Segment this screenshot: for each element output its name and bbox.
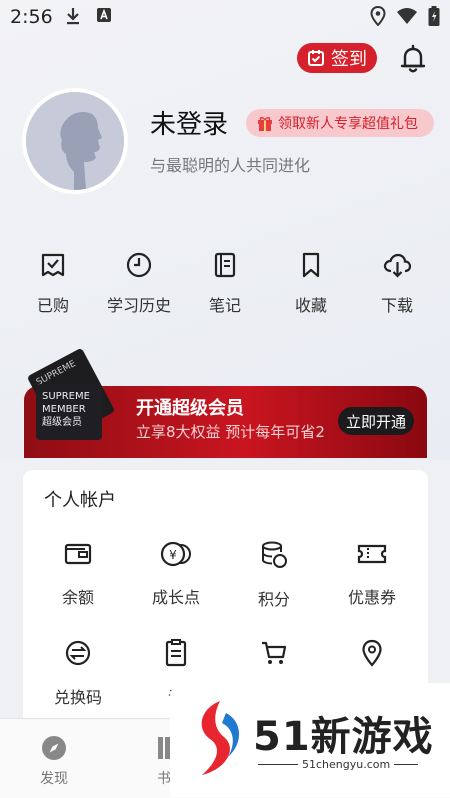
account-label-points: 积分	[257, 590, 290, 609]
status-right-icons	[370, 6, 440, 26]
nav-label-books: 书	[157, 771, 171, 787]
account-item-points[interactable]: 积分	[226, 540, 322, 610]
vip-open-button[interactable]: 立即开通	[338, 407, 414, 435]
quick-label-notes: 笔记	[208, 296, 241, 315]
points-stack-icon	[262, 541, 287, 568]
location-pin-icon	[362, 639, 382, 667]
checkin-label: 签到	[331, 49, 367, 70]
gift-text: 领取新人专享超值礼包	[278, 116, 418, 132]
account-label-coupon: 优惠券	[347, 588, 396, 607]
battery-status-icon	[428, 6, 440, 26]
calendar-check-icon	[308, 50, 324, 66]
cart-icon	[262, 641, 287, 664]
nav-item-discover[interactable]: 发现	[40, 734, 68, 788]
account-label-balance: 余额	[61, 588, 94, 607]
avatar[interactable]	[22, 88, 128, 194]
account-item-balance[interactable]: 余额	[30, 540, 126, 610]
vip-subtitle: 立享8大权益 预计每年可省2	[136, 423, 325, 441]
quick-label-history: 学习历史	[106, 296, 171, 315]
new-user-gift-badge[interactable]: 领取新人专享超值礼包	[246, 109, 434, 137]
vip-card-front: SUPREME MEMBER 超级会员	[36, 384, 102, 440]
order-clipboard-icon	[165, 639, 187, 667]
status-left-icons	[64, 6, 112, 26]
watermark-logo-icon	[201, 701, 240, 775]
quick-item-purchased[interactable]: 已购	[10, 250, 96, 316]
account-item-growth[interactable]: ¥ 成长点	[128, 540, 224, 610]
quick-item-history[interactable]: 学习历史	[96, 250, 182, 316]
watermark-brand: 51新游戏	[253, 714, 434, 760]
account-label-growth: 成长点	[151, 588, 200, 607]
vip-title: 开通超级会员	[136, 398, 244, 419]
quick-label-download: 下载	[380, 296, 413, 315]
vip-card-line1: SUPREME	[42, 391, 90, 402]
account-label-redeem: 兑换码	[53, 688, 102, 707]
account-item-redeem[interactable]: 兑换码	[30, 638, 126, 708]
bell-icon[interactable]	[396, 42, 430, 76]
coins-icon: ¥	[160, 541, 191, 567]
coupon-icon	[357, 544, 387, 564]
watermark-site: 51chengyu.com	[298, 758, 395, 771]
download-icon	[383, 253, 412, 278]
default-avatar-silhouette-icon	[26, 92, 124, 190]
status-time: 2:56	[10, 6, 53, 28]
wifi-status-icon	[397, 8, 417, 24]
bookmark-icon	[302, 252, 320, 278]
quick-access-row: 已购 学习历史 笔记 收藏 下载	[10, 250, 440, 316]
location-status-icon	[370, 6, 386, 26]
quick-item-notes[interactable]: 笔记	[182, 250, 268, 316]
download-status-icon	[67, 8, 79, 25]
svg-text:¥: ¥	[169, 548, 177, 562]
purchased-icon	[41, 253, 65, 277]
account-title: 个人帐户	[44, 490, 116, 511]
redeem-code-icon	[65, 640, 91, 666]
compass-icon	[42, 736, 66, 760]
checkin-button[interactable]: 签到	[297, 43, 377, 73]
status-bar: 2:56	[0, 0, 450, 34]
history-clock-icon	[126, 252, 152, 278]
quick-label-favorites: 收藏	[294, 296, 327, 315]
wallet-icon	[64, 543, 92, 565]
quick-item-download[interactable]: 下载	[354, 250, 440, 316]
slogan: 与最聪明的人共同进化	[150, 156, 311, 175]
notes-icon	[214, 252, 236, 278]
gift-icon	[258, 116, 272, 131]
quick-label-purchased: 已购	[36, 296, 69, 315]
username[interactable]: 未登录	[150, 104, 228, 141]
account-row-1: 余额 ¥ 成长点 积分 优惠券	[30, 540, 420, 610]
quick-item-favorites[interactable]: 收藏	[268, 250, 354, 316]
vip-card-line3: 超级会员	[42, 417, 82, 428]
app-a-status-icon	[97, 8, 111, 22]
nav-label-discover: 发现	[40, 771, 68, 787]
vip-card-line2: MEMBER	[42, 404, 86, 415]
account-item-coupon[interactable]: 优惠券	[324, 540, 420, 610]
